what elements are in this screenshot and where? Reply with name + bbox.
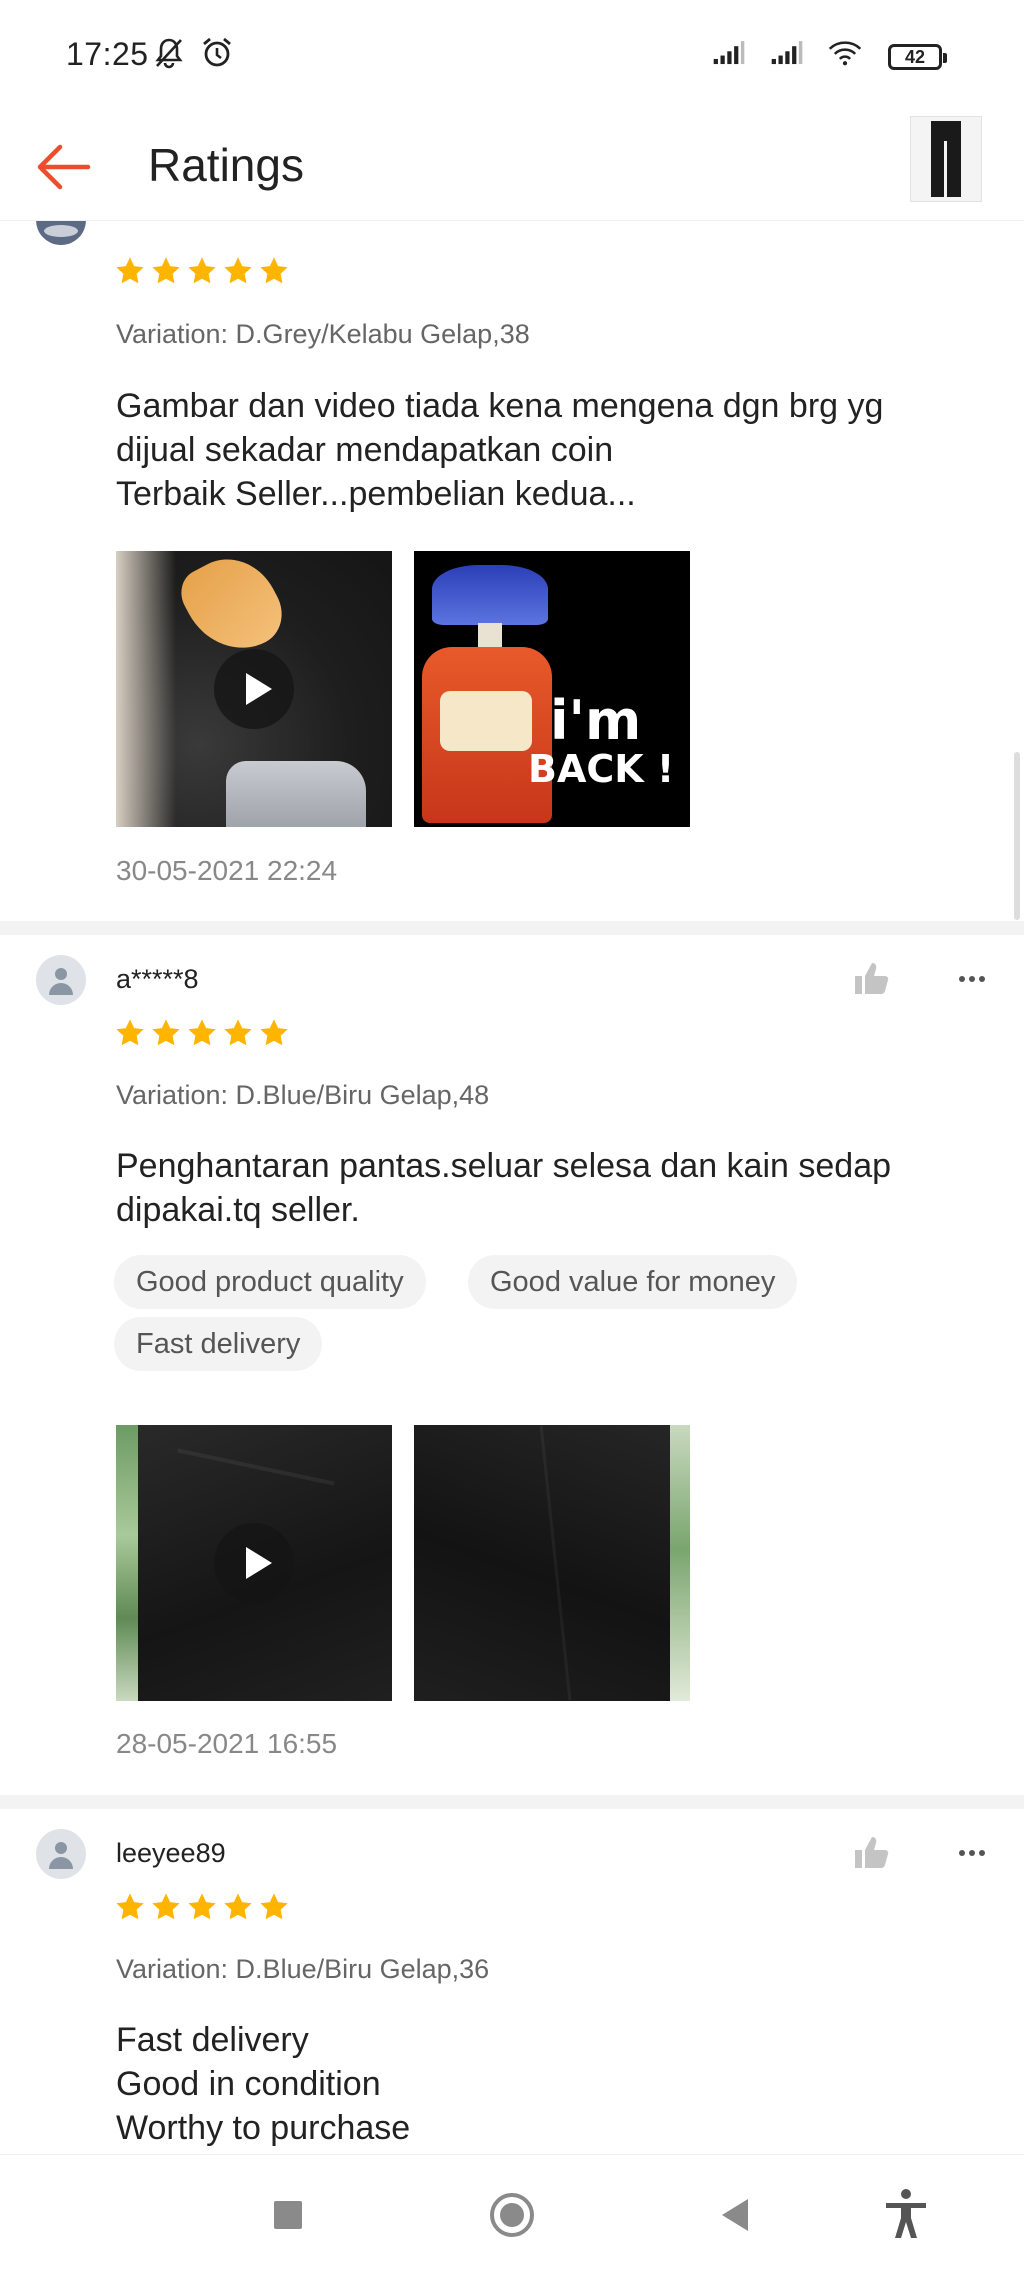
review-video-thumbnail[interactable]: [116, 1425, 392, 1701]
tag-chip: Good value for money: [468, 1255, 798, 1309]
star-icon: [188, 257, 216, 284]
tag-chip: Fast delivery: [114, 1317, 323, 1371]
wifi-icon: [828, 41, 862, 66]
comment-line: dipakai.tq seller.: [116, 1191, 360, 1229]
rock-shape: [226, 761, 366, 827]
star-icon: [116, 257, 144, 284]
comment-line: Worthy to purchase: [116, 2109, 411, 2147]
banana-shape: [172, 551, 294, 668]
pants-image: [931, 121, 961, 197]
image-overlay-text: i'm: [550, 689, 642, 752]
star-icon: [152, 1893, 180, 1920]
variation-text: Variation: D.Blue/Biru Gelap,48: [116, 1080, 490, 1110]
review-timestamp: 30-05-2021 22:24: [116, 855, 338, 886]
avatar[interactable]: [36, 1829, 86, 1879]
arrow-left-icon[interactable]: [30, 134, 96, 200]
variation-text: Variation: D.Blue/Biru Gelap,36: [116, 1954, 490, 1984]
star-icon: [224, 1019, 252, 1046]
comment-line: Gambar dan video tiada kena mengena dgn …: [116, 387, 884, 425]
star-icon: [188, 1019, 216, 1046]
review-timestamp: 28-05-2021 16:55: [116, 1728, 338, 1759]
star-icon: [260, 1893, 288, 1920]
review-item: leeyee89 Variation: D.Blue/Biru Gelap,36…: [0, 1809, 1024, 2154]
variation-text: Variation: D.Grey/Kelabu Gelap,38: [116, 319, 530, 349]
scrollbar[interactable]: [1014, 752, 1020, 920]
status-bar: 17:25 42: [0, 0, 1024, 112]
comment-line: Terbaik Seller...pembelian kedua...: [116, 475, 636, 513]
play-icon[interactable]: [214, 1523, 294, 1603]
product-thumbnail[interactable]: [910, 116, 982, 202]
thumbs-up-icon[interactable]: [852, 1833, 892, 1873]
star-icon: [116, 1893, 144, 1920]
star-icon: [224, 1893, 252, 1920]
review-comment: Fast delivery Good in condition Worthy t…: [116, 2018, 976, 2150]
battery-icon: 42: [888, 44, 947, 70]
review-item: Variation: D.Grey/Kelabu Gelap,38 Gambar…: [0, 221, 1024, 921]
review-video-thumbnail[interactable]: [116, 551, 392, 827]
back-triangle-icon[interactable]: [706, 2185, 766, 2245]
username[interactable]: leeyee89: [116, 1838, 226, 1869]
star-rating: [114, 255, 290, 291]
star-icon: [260, 1019, 288, 1046]
review-comment: Penghantaran pantas.seluar selesa dan ka…: [116, 1144, 976, 1232]
page-title: Ratings: [148, 139, 304, 191]
review-comment: Gambar dan video tiada kena mengena dgn …: [116, 384, 976, 516]
app-header: Ratings: [0, 112, 1024, 221]
signal-1-icon: [713, 41, 745, 65]
ratings-feed[interactable]: Variation: D.Grey/Kelabu Gelap,38 Gambar…: [0, 221, 1024, 2154]
home-circle-icon[interactable]: [482, 2185, 542, 2245]
status-time: 17:25: [66, 36, 149, 72]
avatar[interactable]: [36, 955, 86, 1005]
more-options-icon[interactable]: [952, 1833, 992, 1873]
star-icon: [224, 257, 252, 284]
review-image-thumbnail[interactable]: i'm BACK !: [414, 551, 690, 827]
image-overlay-text: BACK !: [528, 747, 675, 791]
comment-line: Good in condition: [116, 2065, 381, 2103]
screen: 17:25 42 Ratings Variation: D.Grey/Kelab…: [0, 0, 1024, 2280]
system-nav-bar: [0, 2154, 1024, 2280]
star-rating: [114, 1891, 290, 1927]
tag-chip: Good product quality: [114, 1255, 426, 1309]
review-divider: [0, 1795, 1024, 1809]
review-item: a*****8 Variation: D.Blue/Biru Gelap,48 …: [0, 935, 1024, 1795]
comment-line: dijual sekadar mendapatkan coin: [116, 431, 614, 469]
star-icon: [116, 1019, 144, 1046]
username[interactable]: a*****8: [116, 964, 199, 995]
accessibility-icon[interactable]: [876, 2185, 936, 2245]
more-options-icon[interactable]: [952, 959, 992, 999]
comment-line: Fast delivery: [116, 2021, 309, 2059]
star-icon: [260, 257, 288, 284]
alarm-icon: [203, 37, 231, 67]
star-icon: [152, 1019, 180, 1046]
avatar[interactable]: [36, 221, 86, 245]
notifications-muted-icon: [155, 38, 183, 69]
star-icon: [152, 257, 180, 284]
comment-line: Penghantaran pantas.seluar selesa dan ka…: [116, 1147, 892, 1185]
star-rating: [114, 1017, 290, 1053]
review-divider: [0, 921, 1024, 935]
play-icon[interactable]: [214, 649, 294, 729]
recents-square-icon[interactable]: [258, 2185, 318, 2245]
star-icon: [188, 1893, 216, 1920]
thumbs-up-icon[interactable]: [852, 959, 892, 999]
signal-2-icon: [771, 41, 803, 65]
review-image-thumbnail[interactable]: [414, 1425, 690, 1701]
